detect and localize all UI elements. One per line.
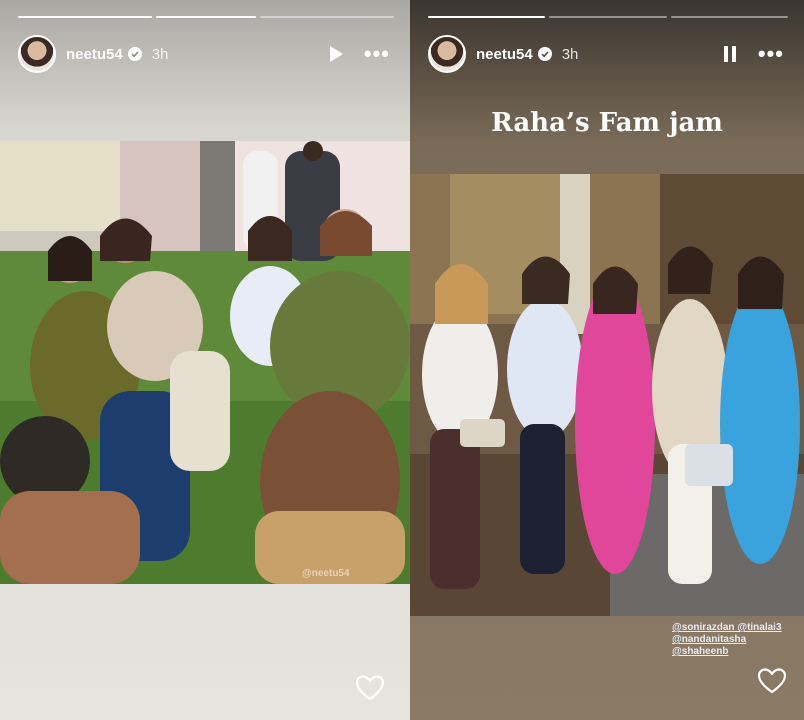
heart-icon[interactable] — [355, 674, 385, 702]
avatar[interactable] — [428, 35, 466, 73]
progress-bar — [18, 16, 394, 18]
mention-tag[interactable]: @sonirazdan @tinalai3 — [672, 622, 782, 634]
progress-segment — [18, 16, 152, 18]
progress-segment — [670, 16, 788, 18]
story-left[interactable]: neetu54 3h ••• @neetu54 — [0, 0, 410, 720]
timestamp: 3h — [151, 45, 169, 63]
progress-segment — [549, 16, 667, 18]
heart-icon[interactable] — [757, 667, 787, 695]
play-icon[interactable] — [322, 40, 350, 68]
more-icon[interactable]: ••• — [758, 43, 784, 65]
progress-segment — [155, 16, 257, 18]
photo-watermark: @neetu54 — [302, 568, 350, 579]
more-icon[interactable]: ••• — [364, 43, 390, 65]
verified-badge-icon — [537, 47, 552, 61]
avatar[interactable] — [18, 35, 56, 73]
username[interactable]: neetu54 — [476, 46, 533, 63]
story-header: neetu54 3h ••• — [428, 34, 784, 74]
progress-segment — [260, 16, 394, 18]
story-photo — [410, 174, 804, 616]
mention-tag[interactable]: @nandanitasha — [672, 634, 782, 646]
pause-icon[interactable] — [716, 40, 744, 68]
progress-segment — [428, 16, 546, 18]
story-photo: @neetu54 — [0, 141, 410, 584]
username[interactable]: neetu54 — [66, 46, 123, 63]
mention-tags[interactable]: @sonirazdan @tinalai3 @nandanitasha @sha… — [672, 622, 782, 658]
story-right[interactable]: neetu54 3h ••• Raha’s Fam jam @sonirazda… — [410, 0, 804, 720]
verified-badge-icon — [127, 47, 142, 61]
mention-tag[interactable]: @shaheenb — [672, 646, 782, 658]
progress-bar — [428, 16, 788, 18]
story-header: neetu54 3h ••• — [18, 34, 390, 74]
story-caption: Raha’s Fam jam — [491, 108, 723, 138]
timestamp: 3h — [561, 45, 579, 63]
